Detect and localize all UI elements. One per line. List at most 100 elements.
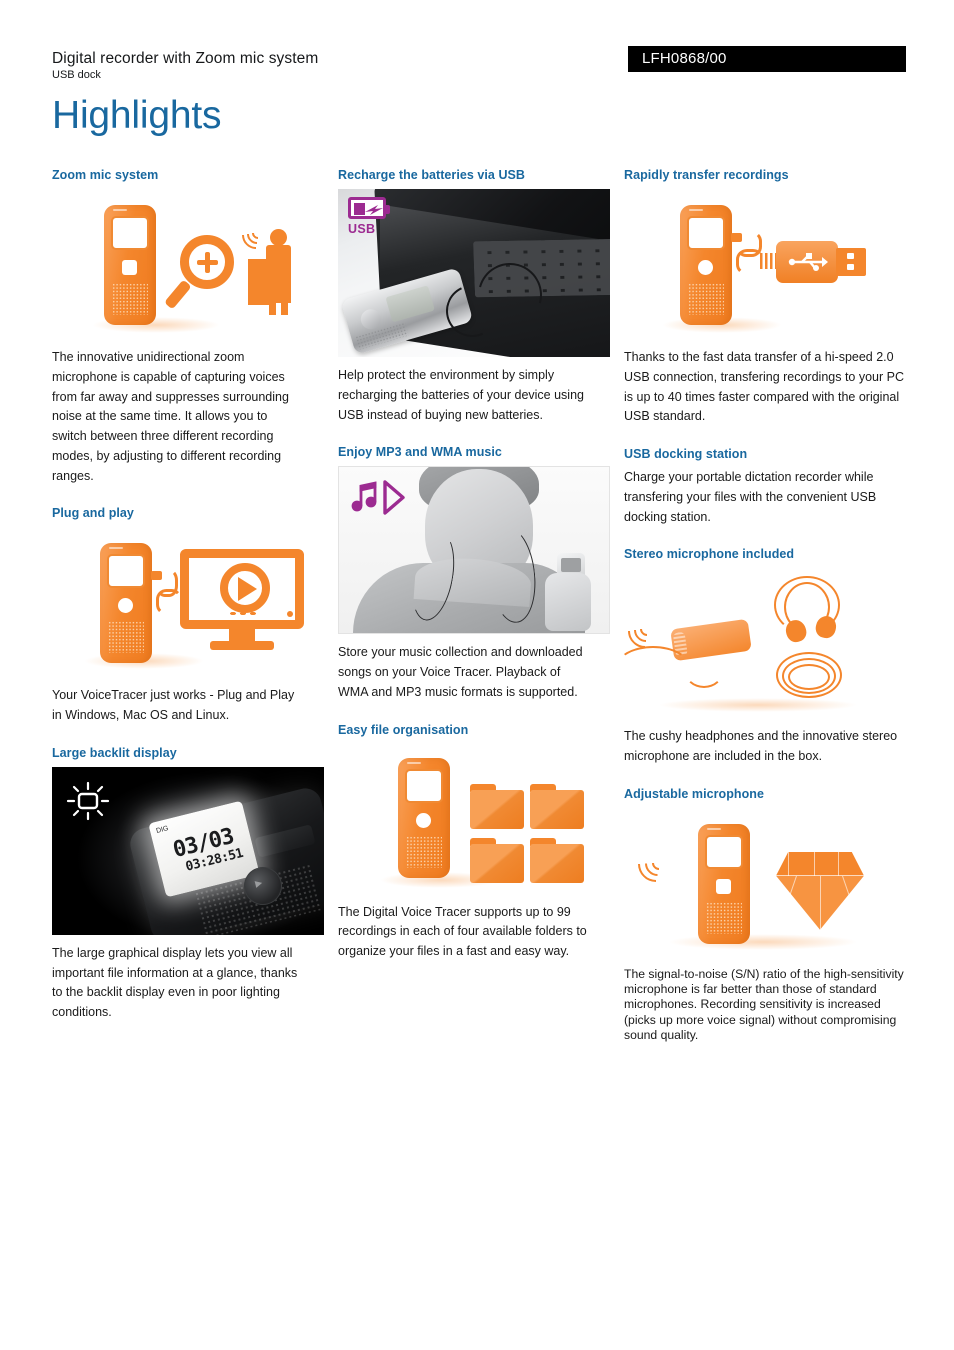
zoom-mic-illustration — [52, 189, 302, 339]
column-right: Rapidly transfer recordings Thanks to th… — [624, 168, 910, 1063]
monitor-dots — [228, 611, 256, 617]
device-screen — [405, 768, 443, 803]
feature-body: The signal-to-noise (S/N) ratio of the h… — [624, 966, 904, 1042]
page-title: Highlights — [52, 94, 222, 137]
plug-body — [776, 241, 838, 283]
battery-fill — [353, 202, 365, 215]
diamond-facet-line — [838, 851, 840, 876]
feature-recharge-batteries-via-usb: Recharge the batteries via USB USB Help … — [338, 168, 610, 425]
diamond-facet-line — [814, 851, 816, 876]
person-leg-right — [281, 289, 288, 315]
product-subtitle: USB dock — [52, 68, 101, 81]
device-screen — [107, 554, 145, 589]
recorder-folders-illustration — [338, 744, 610, 894]
feature-title: Zoom mic system — [52, 168, 159, 182]
column-middle: Recharge the batteries via USB USB Help … — [338, 168, 624, 1063]
recorder-monitor-illustration — [52, 527, 324, 677]
feature-large-backlit-display: Large backlit display DIG 03/03 03:28:51 — [52, 745, 324, 1023]
feature-body: Store your music collection and download… — [338, 645, 583, 699]
datasheet-page: Digital recorder with Zoom mic system US… — [0, 0, 954, 1350]
usb-battery-icon: USB — [348, 197, 390, 236]
recorder-device-icon — [398, 757, 450, 878]
plug-slot — [847, 264, 854, 270]
folder-body — [530, 789, 584, 829]
device-grille — [406, 835, 442, 868]
device-notch — [407, 761, 421, 764]
person-head — [270, 229, 287, 246]
feature-adjustable-microphone: Adjustable microphone The signal-to-nois… — [624, 787, 910, 1043]
folder-icon — [470, 783, 524, 829]
column-left: Zoom mic system The innovative unidirect… — [52, 168, 338, 1063]
plug-ridges — [760, 253, 776, 269]
recorder-nav-button — [358, 306, 384, 332]
soundwave-arc — [630, 838, 682, 890]
recorder-device-icon — [698, 823, 750, 944]
device-notch — [689, 209, 703, 211]
device-screen — [111, 216, 149, 250]
product-title: Digital recorder with Zoom mic system — [52, 50, 319, 67]
feature-title: Adjustable microphone — [624, 786, 764, 801]
recorder-diamond-illustration — [624, 808, 896, 958]
magnifier-handle — [164, 279, 192, 310]
recorder-device-icon — [100, 543, 152, 664]
lightning-bolt-icon — [365, 205, 383, 215]
usb-icon-label: USB — [348, 222, 376, 236]
man-hand — [545, 573, 591, 632]
recorder-device-icon — [104, 205, 156, 325]
usb-symbol-icon — [788, 253, 828, 271]
player-screen — [561, 558, 581, 573]
magnifier-plus-icon — [164, 235, 234, 310]
microphone-cable — [624, 646, 690, 688]
device-shadow — [668, 933, 858, 950]
feature-body: The innovative unidirectional zoom micro… — [52, 350, 289, 483]
feature-usb-docking-station: USB docking station Charge your portable… — [624, 447, 910, 527]
device-button — [698, 260, 713, 275]
feature-title: Large backlit display — [52, 745, 177, 760]
feature-body: Help protect the environment by simply r… — [338, 368, 584, 422]
device-button — [122, 260, 137, 275]
monitor-icon — [180, 549, 304, 651]
folder-body — [530, 843, 584, 883]
device-shadow — [658, 698, 858, 713]
model-code-badge: LFH0868/00 — [628, 46, 906, 72]
feature-columns: Zoom mic system The innovative unidirect… — [52, 168, 910, 1063]
feature-body: Charge your portable dictation recorder … — [624, 470, 877, 524]
device-notch — [113, 209, 127, 211]
device-grille — [108, 621, 144, 654]
feature-body: The Digital Voice Tracer supports up to … — [338, 904, 587, 959]
folder-body — [470, 843, 524, 883]
device-button — [416, 812, 431, 828]
diamond-facet-line — [788, 851, 790, 876]
device-grille — [706, 901, 742, 934]
plug-metal-tip — [836, 248, 866, 276]
feature-title: Enjoy MP3 and WMA music — [338, 445, 502, 460]
device-notch — [109, 547, 123, 550]
device-grille — [688, 283, 724, 315]
document-header: Digital recorder with Zoom mic system US… — [52, 50, 318, 81]
device-grille — [112, 283, 148, 315]
feature-body: Your VoiceTracer just works - Plug and P… — [52, 688, 295, 722]
play-triangle-icon — [238, 577, 257, 602]
music-note-play-icon — [351, 480, 405, 515]
backlight-icon — [66, 781, 110, 826]
stereo-mic-earbuds-illustration — [624, 568, 896, 718]
feature-stereo-microphone-included: Stereo microphone included The cushy hea… — [624, 547, 910, 767]
usb-plug-icon — [760, 241, 866, 283]
feature-enjoy-mp3-and-wma-music: Enjoy MP3 and WMA music Store your music… — [338, 445, 610, 702]
device-screen — [705, 834, 743, 869]
feature-rapidly-transfer-recordings: Rapidly transfer recordings Thanks to th… — [624, 168, 910, 427]
plug-slot — [847, 253, 854, 259]
diamond-facet-line — [820, 875, 822, 931]
feature-title: Stereo microphone included — [624, 547, 795, 562]
feature-body: The large graphical display lets you vie… — [52, 945, 298, 1019]
recorder-lcd — [385, 285, 435, 323]
device-notch — [707, 827, 721, 830]
device-screen — [687, 216, 725, 250]
device-button — [118, 598, 133, 614]
magnifier-lens — [180, 235, 234, 289]
feature-plug-and-play: Plug and play Your VoiceTracer just work… — [52, 506, 304, 726]
backlit-display-photo: DIG 03/03 03:28:51 — [52, 766, 324, 935]
feature-body: Thanks to the fast data transfer of a hi… — [624, 350, 904, 424]
lcd-mode-label: DIG — [155, 824, 170, 835]
feature-title: Easy file organisation — [338, 722, 469, 737]
